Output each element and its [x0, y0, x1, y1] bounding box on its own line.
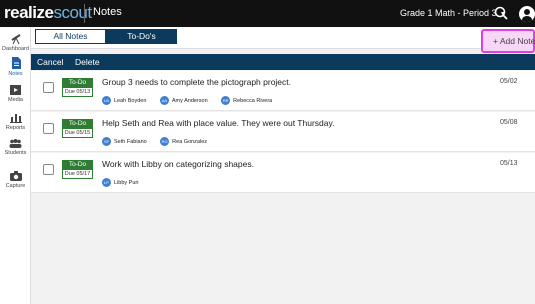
student-tag[interactable]: RG Rea Gonzalez: [160, 137, 208, 147]
avatar: RG: [160, 137, 170, 147]
sidebar-item-label: Dashboard: [2, 46, 29, 52]
note-list-item[interactable]: To-Do Due 05/17 Work with Libby on categ…: [31, 153, 535, 193]
note-list-item[interactable]: To-Do Due 05/13 Group 3 needs to complet…: [31, 71, 535, 111]
divider: [84, 4, 85, 23]
sidebar-item-label: Capture: [5, 183, 26, 189]
cancel-button[interactable]: Cancel: [37, 57, 63, 67]
notes-toolbar: All Notes To-Do's + Add Note: [31, 27, 535, 53]
selection-action-bar: Cancel Delete: [31, 54, 535, 70]
sidebar-item-label: Students: [4, 150, 27, 156]
due-date: Due 05/13: [62, 87, 93, 97]
student-tags: LP Libby Puri: [102, 174, 147, 188]
delete-button[interactable]: Delete: [75, 57, 100, 67]
todo-badge-label: To-Do: [62, 119, 93, 128]
reports-icon: [9, 114, 22, 123]
avatar: RR: [221, 96, 231, 106]
student-tag[interactable]: SF Seth Fabiano: [102, 137, 147, 147]
student-tags: SF Seth Fabiano RG Rea Gonzalez: [102, 133, 216, 147]
class-selector[interactable]: Grade 1 Math - Period 3 ▼: [400, 8, 507, 18]
sidebar-item-reports[interactable]: Reports: [0, 112, 31, 131]
todo-badge-label: To-Do: [62, 78, 93, 87]
todo-badge-label: To-Do: [62, 160, 93, 169]
sidebar-item-label: Reports: [5, 125, 26, 131]
sidebar-item-label: Notes: [8, 71, 23, 77]
avatar: AA: [159, 96, 169, 106]
avatar: LP: [102, 178, 111, 188]
note-date: 05/08: [500, 119, 518, 126]
student-tags: LB Leah Boyden AA Amy Anderson RR Rebecca R…: [102, 92, 281, 106]
note-list-item[interactable]: To-Do Due 05/15 Help Seth and Rea with p…: [31, 112, 535, 152]
sidebar-item-media[interactable]: Media: [0, 84, 31, 103]
add-note-button[interactable]: + Add Note: [481, 29, 535, 53]
sidebar-item-students[interactable]: Students: [0, 139, 31, 156]
student-name: Rea Gonzalez: [172, 139, 208, 146]
search-icon[interactable]: [494, 6, 508, 20]
student-tag[interactable]: LP Libby Puri: [102, 178, 139, 188]
student-name: Rebecca Rivera: [233, 98, 273, 105]
class-selector-label: Grade 1 Math - Period 3: [400, 8, 497, 18]
add-note-label: + Add Note: [493, 36, 535, 46]
sidebar-item-label: Media: [8, 97, 23, 103]
section-title: Notes: [93, 6, 122, 18]
student-tag[interactable]: LB Leah Boyden: [102, 96, 147, 106]
sidebar-item-notes[interactable]: Notes: [0, 57, 31, 77]
todo-badge: To-Do Due 05/15: [62, 119, 93, 138]
student-name: Amy Anderson: [171, 98, 208, 105]
note-date: 05/02: [500, 78, 518, 85]
note-text: Group 3 needs to complete the pictograph…: [102, 77, 292, 87]
tab-all-notes[interactable]: All Notes: [35, 29, 106, 44]
user-avatar-icon[interactable]: [519, 6, 535, 22]
sidebar-item-dashboard[interactable]: Dashboard: [0, 32, 31, 52]
student-name: Leah Boyden: [114, 98, 147, 105]
top-bar: realizescout Notes Grade 1 Math - Period…: [0, 0, 535, 27]
note-checkbox[interactable]: [43, 123, 54, 134]
sidebar: Dashboard Notes Media Reports Students C…: [0, 27, 31, 304]
todo-badge: To-Do Due 05/13: [62, 78, 93, 97]
student-tag[interactable]: AA Amy Anderson: [159, 96, 208, 106]
due-date: Due 05/15: [62, 128, 93, 138]
student-name: Libby Puri: [114, 180, 139, 187]
telescope-icon: [10, 34, 21, 44]
notes-icon: [11, 57, 21, 69]
due-date: Due 05/17: [62, 169, 93, 179]
note-checkbox[interactable]: [43, 164, 54, 175]
avatar: LB: [102, 96, 111, 106]
students-icon: [9, 139, 22, 148]
student-tag[interactable]: RR Rebecca Rivera: [221, 96, 273, 106]
media-icon: [10, 85, 21, 95]
student-name: Seth Fabiano: [114, 139, 147, 146]
note-date: 05/13: [500, 160, 518, 167]
note-text: Help Seth and Rea with place value. They…: [102, 118, 335, 128]
brand-logo[interactable]: realizescout: [4, 3, 92, 23]
note-text: Work with Libby on categorizing shapes.: [102, 159, 254, 169]
tab-todos[interactable]: To-Do's: [106, 29, 177, 44]
camera-icon: [9, 171, 22, 181]
note-checkbox[interactable]: [43, 82, 54, 93]
avatar: SF: [102, 137, 111, 147]
sidebar-item-capture[interactable]: Capture: [0, 171, 31, 189]
todo-badge: To-Do Due 05/17: [62, 160, 93, 179]
